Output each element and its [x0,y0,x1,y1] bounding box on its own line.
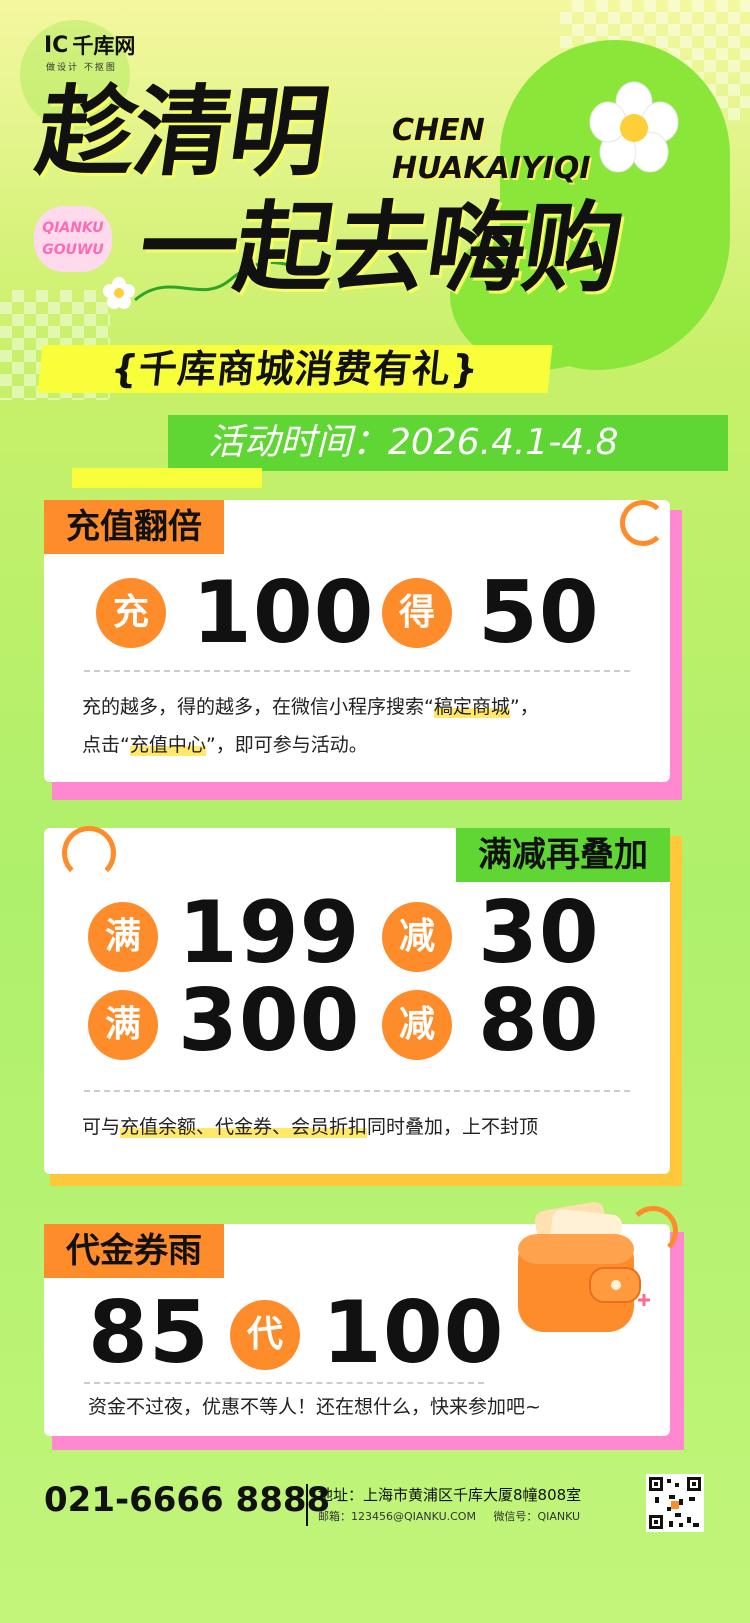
date-value: 2026.4.1-4.8 [388,422,619,463]
yellow-accent-bar [72,468,262,488]
badge-circle: 充 [96,578,166,648]
amount: 199 [178,883,361,983]
wechat-label: 微信号： [493,1510,538,1523]
card-discount: 满减再叠加 满 199 减 30 满 300 减 80 可与充值余额、代金券、会… [44,828,670,1174]
desc-text: ”，即可参与活动。 [205,734,368,756]
badge-circle: 得 [382,578,452,648]
amount: 300 [178,971,361,1071]
card-tag: 满减再叠加 [456,828,670,882]
tag-pill-line2: GOUWU [42,242,104,258]
footer-divider [306,1484,308,1526]
ring-decoration [620,500,666,546]
amount: 85 [88,1283,210,1383]
amount: 100 [322,1283,505,1383]
badge-circle: 满 [88,902,158,972]
tag-pill: QIANKU GOUWU [34,206,112,272]
headline-english-line1: CHEN [392,113,485,148]
address: 地址：上海市黄浦区千库大厦8幢808室 [318,1486,582,1504]
badge-circle: 减 [382,990,452,1060]
desc-highlight: 充值余额、代金券、会员折扣 [120,1116,368,1138]
card-description: 充的越多，得的越多，在微信小程序搜索“稿定商城”， 点击“充值中心”，即可参与活… [82,688,652,764]
qr-code-icon [646,1474,704,1532]
subtitle-banner: {千库商城消费有礼} [37,345,553,393]
card-recharge: 充值翻倍 充 100 得 50 充的越多，得的越多，在微信小程序搜索“稿定商城”… [44,500,670,782]
email: 123456@QIANKU.COM [351,1510,476,1523]
desc-highlight: 充值中心 [129,734,206,756]
card-tag: 充值翻倍 [44,500,224,554]
divider [84,670,630,672]
phone-number: 021-6666 8888 [44,1480,331,1520]
date-bar: 活动时间：2026.4.1-4.8 [168,415,728,471]
headline-english: CHEN HUAKAIYIQI [392,112,591,188]
badge-circle: 代 [230,1300,300,1370]
headline-english-line2: HUAKAIYIQI [392,151,591,186]
amount: 30 [478,883,600,983]
logo-mark: IC [44,32,69,58]
contact-info: 邮箱：123456@QIANKU.COM 微信号：QIANKU [318,1508,580,1524]
logo: IC 千库网 [44,30,135,60]
desc-highlight: 稿定商城 [433,696,510,718]
badge-circle: 满 [88,990,158,1060]
divider [84,1382,484,1384]
card-tag: 代金券雨 [44,1224,224,1278]
divider [84,1090,630,1092]
amount: 80 [478,971,600,1071]
card-description: 可与充值余额、代金券、会员折扣同时叠加，上不封顶 [82,1108,652,1146]
logo-name: 千库网 [72,34,136,58]
amount: 100 [192,563,375,663]
wechat: QIANKU [537,1510,581,1523]
email-label: 邮箱： [318,1510,351,1523]
desc-text: 可与 [82,1116,121,1138]
badge-circle: 减 [382,902,452,972]
card-description: 资金不过夜，优惠不等人！还在想什么，快来参加吧~ [88,1396,541,1418]
tag-pill-line1: QIANKU [42,220,104,236]
desc-text: 同时叠加，上不封顶 [367,1116,539,1138]
date-label: 活动时间： [208,422,389,463]
desc-text: 充的越多，得的越多，在微信小程序搜索“ [82,696,434,718]
headline-line2: 一起去嗨购 [131,192,629,306]
ring-decoration [62,826,116,880]
ring-decoration [628,1206,678,1256]
desc-text: 点击“ [82,734,130,756]
headline-line1: 趁清明 [29,76,335,190]
flower-icon [589,81,679,173]
logo-slogan: 做设计 不抠图 [46,63,117,73]
poster: IC 千库网 做设计 不抠图 趁清明 CHEN HUAKAIYIQI QIANK… [0,0,750,1623]
amount: 50 [478,563,600,663]
desc-text: ”， [509,696,539,718]
